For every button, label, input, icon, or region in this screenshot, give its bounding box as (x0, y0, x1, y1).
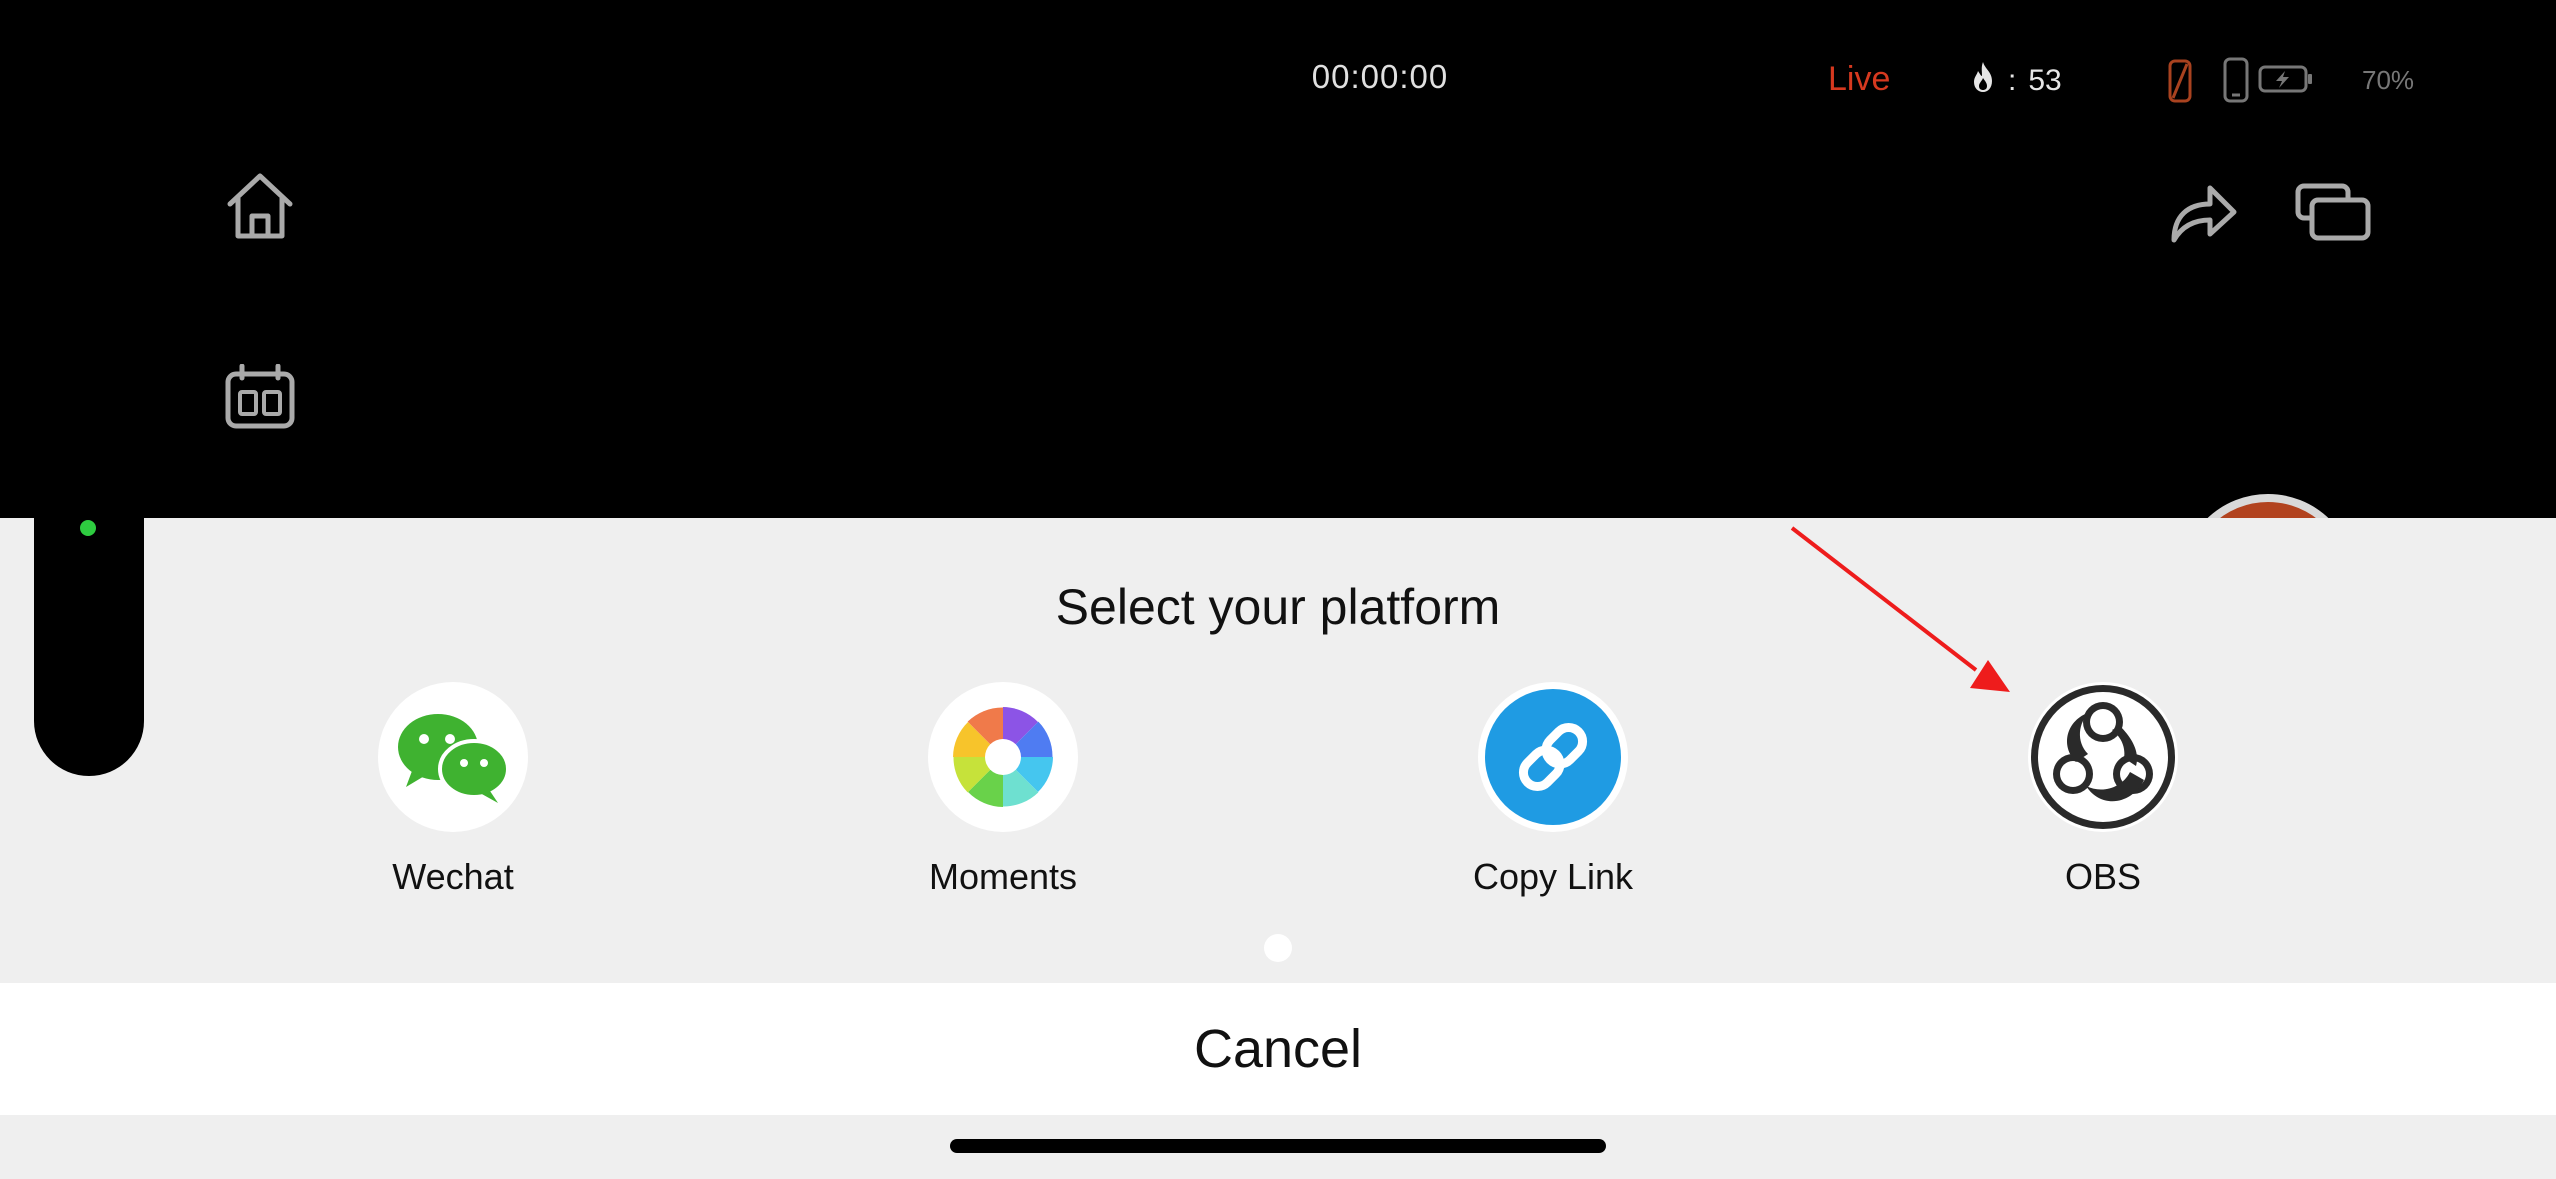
platform-obs[interactable]: OBS (1953, 682, 2253, 898)
slashed-device-icon (2165, 58, 2195, 109)
wechat-icon (378, 682, 528, 832)
battery-icon (2258, 64, 2314, 99)
heat-counter: : 53 (1970, 60, 2062, 102)
platform-wechat[interactable]: Wechat (303, 682, 603, 898)
platform-moments[interactable]: Moments (853, 682, 1153, 898)
platform-label: Copy Link (1472, 856, 1634, 897)
stream-timer: 00:00:00 (1311, 58, 1449, 95)
platform-label: OBS (2064, 856, 2142, 897)
calendar-icon[interactable] (224, 364, 296, 430)
status-dot (80, 520, 96, 536)
platform-copy-link[interactable]: Copy Link (1403, 682, 1703, 898)
heat-separator: : (2008, 64, 2017, 97)
battery-percent: 70% (2362, 65, 2415, 95)
annotation-arrow (1780, 520, 2020, 705)
link-icon (1478, 682, 1628, 832)
flame-icon (1970, 60, 1996, 102)
screens-icon[interactable] (2294, 182, 2372, 242)
platform-label: Moments (928, 856, 1078, 897)
phone-icon (2222, 56, 2250, 109)
platform-label: Wechat (392, 856, 514, 897)
share-icon[interactable] (2168, 178, 2238, 244)
home-indicator[interactable] (950, 1139, 1606, 1153)
live-indicator: Live (1828, 60, 1891, 98)
heat-count: 53 (2028, 64, 2062, 97)
sheet-title: Select your platform (1055, 579, 1501, 635)
obs-icon (2028, 682, 2178, 832)
cancel-button[interactable]: Cancel (0, 983, 2556, 1115)
moments-icon (928, 682, 1078, 832)
page-indicator-dot (1264, 934, 1292, 962)
home-icon[interactable] (222, 168, 298, 244)
